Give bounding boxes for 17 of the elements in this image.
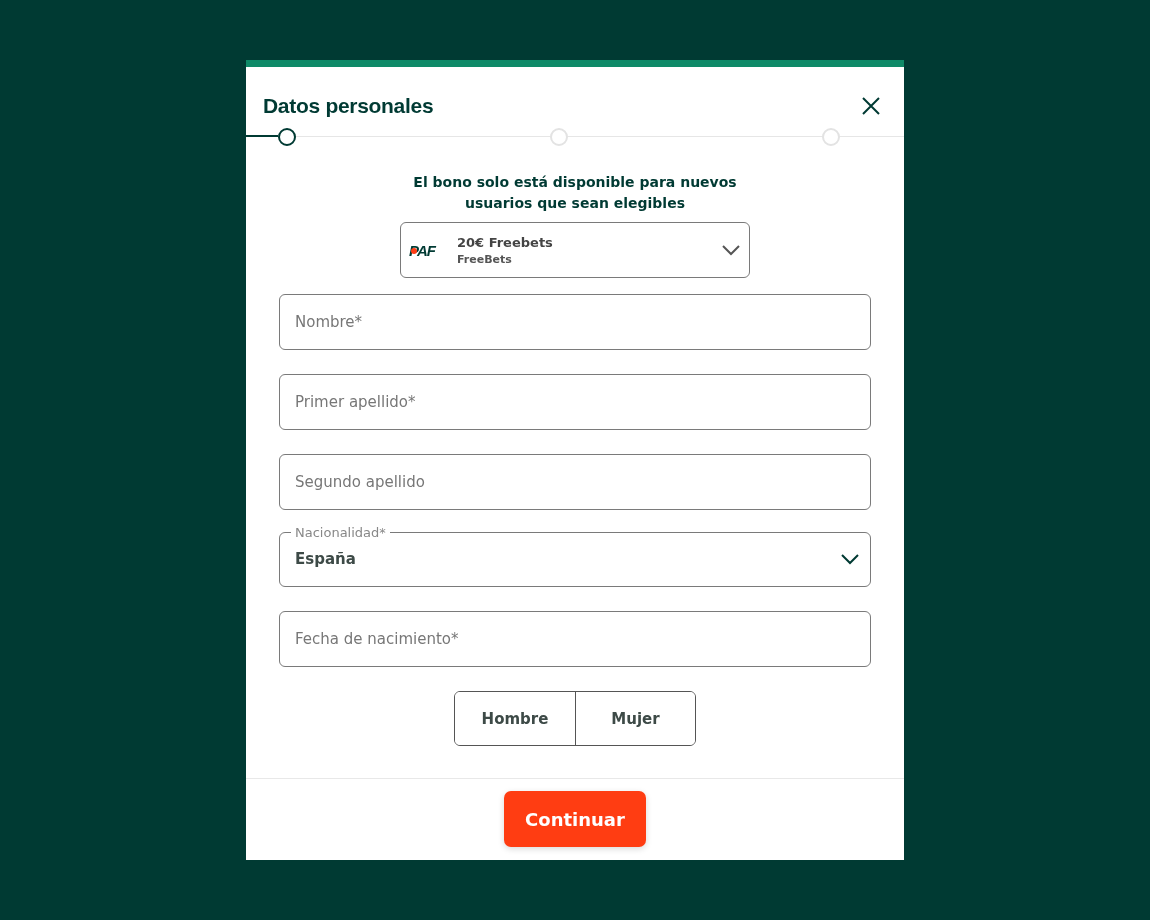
gender-option[interactable]: Mujer <box>575 692 695 745</box>
progress-line <box>246 135 278 137</box>
bonus-name: 20€ Freebets <box>457 234 554 250</box>
bonus-type: FreeBets <box>457 252 513 266</box>
field-label: Nacionalidad* <box>294 525 387 540</box>
input-field[interactable]: Segundo apellido <box>279 454 871 510</box>
chevron-down-icon <box>840 553 860 565</box>
input-field[interactable]: Primer apellido* <box>279 374 871 430</box>
bonus-notice: El bono solo está disponible para nuevos usuarios que sean elegibles <box>412 173 738 213</box>
input-field[interactable]: Nombre* <box>279 294 871 350</box>
chevron-down-icon <box>721 244 741 256</box>
continue-button[interactable]: Continuar <box>504 791 646 847</box>
close-button[interactable] <box>860 94 882 117</box>
select-value: España <box>295 550 356 568</box>
modal-title: Datos personales <box>263 93 434 118</box>
input-field[interactable]: Fecha de nacimiento* <box>279 611 871 667</box>
select-field[interactable]: Nacionalidad* España <box>279 525 871 587</box>
